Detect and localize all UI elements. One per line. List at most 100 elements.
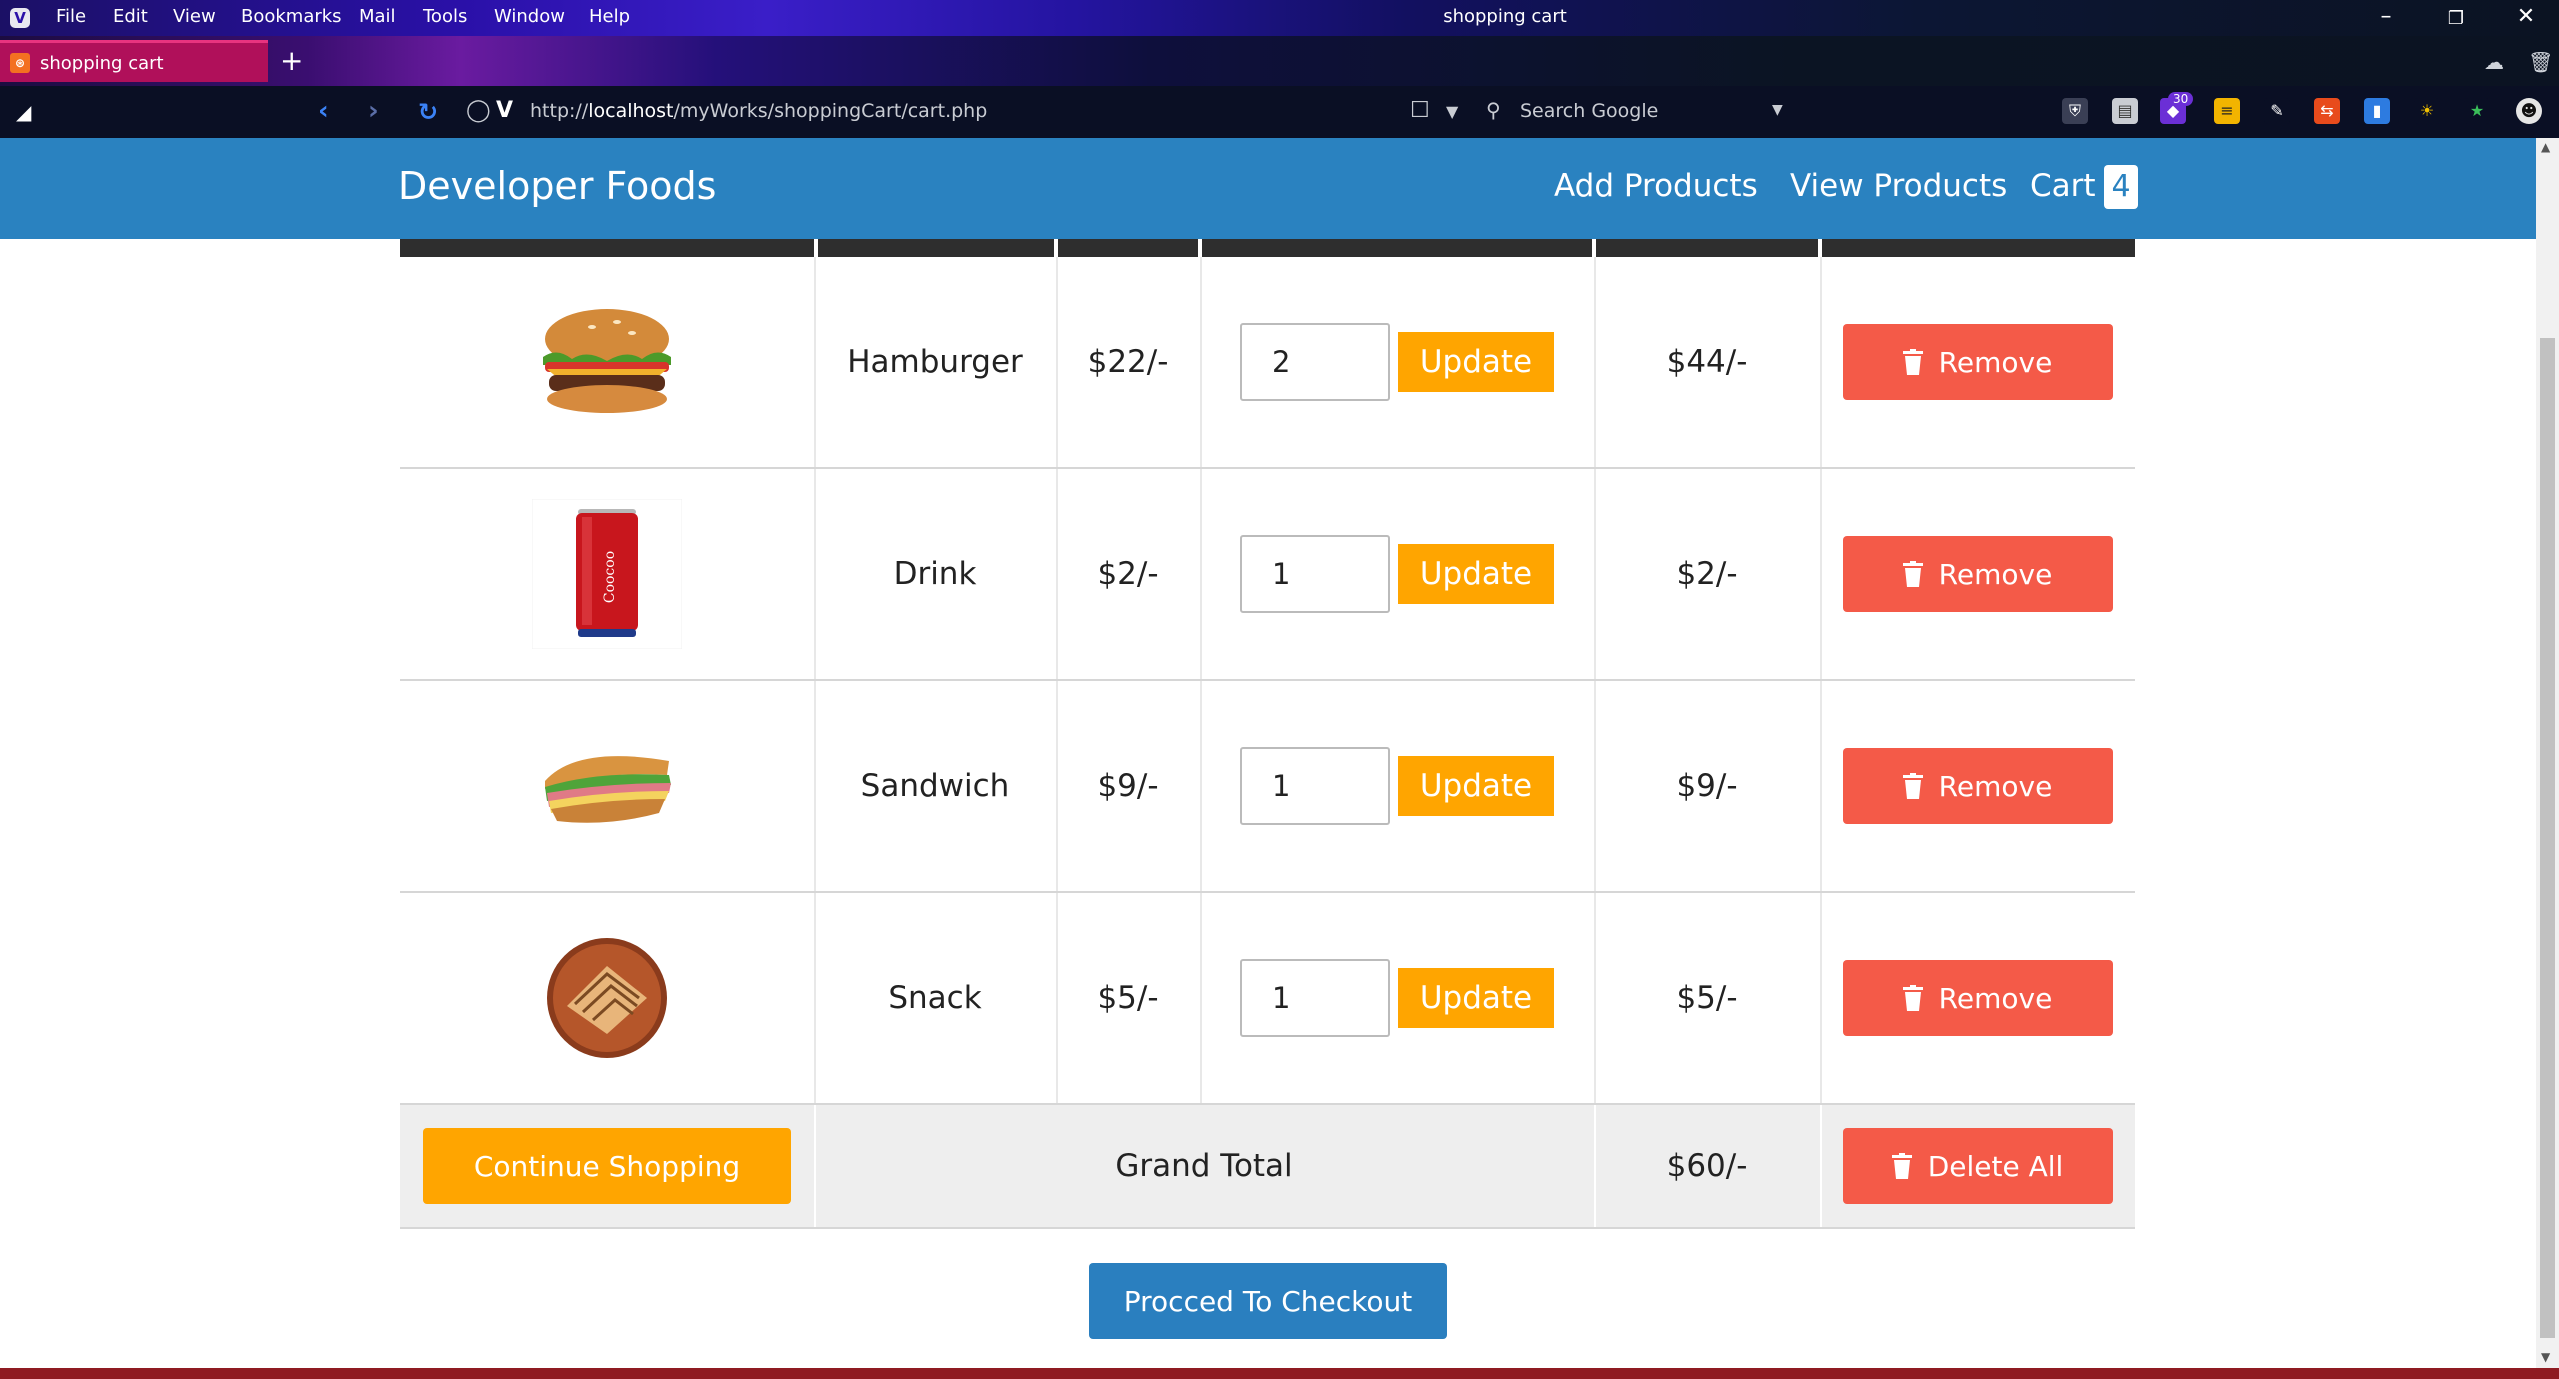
remove-button[interactable]: Remove (1842, 536, 2113, 612)
product-price: $2/- (1097, 556, 1159, 592)
product-image-cell (400, 893, 814, 1103)
table-header-cell (1202, 239, 1592, 257)
cloud-sync-icon[interactable]: ☁ (2484, 50, 2504, 74)
bookmark-icon[interactable]: ☐ (1410, 98, 1430, 123)
product-price: $9/- (1097, 768, 1159, 804)
nav-cart[interactable]: Cart (2030, 168, 2096, 204)
sun-extension-icon[interactable]: ☀ (2414, 98, 2440, 124)
menu-view[interactable]: View (173, 6, 216, 27)
rss-extension-icon[interactable]: ≡ (2214, 98, 2240, 124)
xampp-favicon-icon: ⊛ (10, 53, 30, 73)
new-tab-icon[interactable]: + (280, 44, 303, 77)
action-cell: Remove (1820, 469, 2135, 679)
snack-image (547, 938, 667, 1058)
quantity-input[interactable] (1240, 535, 1390, 613)
table-header-cell (1596, 239, 1818, 257)
minimize-icon[interactable]: – (2366, 4, 2406, 29)
panel-toggle-icon[interactable]: ◢ (16, 100, 31, 124)
tab-bar: ⊛ shopping cart + ☁ 🗑 (0, 36, 2559, 86)
menu-window[interactable]: Window (494, 6, 565, 27)
scroll-up-icon[interactable]: ▲ (2541, 140, 2550, 154)
product-name: Drink (893, 556, 977, 592)
continue-cell: Continue Shopping (400, 1105, 814, 1227)
item-total: $2/- (1676, 556, 1738, 592)
product-name: Sandwich (860, 768, 1010, 804)
reader-extension-icon[interactable]: ▤ (2112, 98, 2138, 124)
menu-help[interactable]: Help (589, 6, 630, 27)
scroll-thumb[interactable] (2540, 338, 2555, 1338)
quantity-cell: Update (1200, 893, 1594, 1103)
scroll-down-icon[interactable]: ▼ (2541, 1350, 2550, 1364)
item-total: $44/- (1666, 344, 1748, 380)
reload-icon[interactable]: ↻ (418, 98, 438, 126)
nav-add-products[interactable]: Add Products (1554, 168, 1758, 204)
taskbar-edge (0, 1368, 2559, 1379)
search-field[interactable]: ⚲ Search Google ▼ (1486, 98, 1792, 126)
update-button[interactable]: Update (1398, 544, 1554, 604)
remove-button[interactable]: Remove (1842, 748, 2113, 824)
quantity-input[interactable] (1240, 323, 1390, 401)
menu-mail[interactable]: Mail (359, 6, 396, 27)
dropper-extension-icon[interactable]: ✎ (2264, 98, 2290, 124)
cart-footer-row: Continue Shopping Grand Total $60/- Dele… (400, 1105, 2135, 1229)
back-icon[interactable]: ‹ (318, 96, 329, 126)
translate-extension-icon[interactable]: ⇆ (2314, 98, 2340, 124)
delete-all-button[interactable]: Delete All (1842, 1128, 2113, 1204)
action-cell: Remove (1820, 893, 2135, 1103)
product-name: Hamburger (847, 344, 1023, 380)
menu-file[interactable]: File (56, 6, 86, 27)
trash-icon (1902, 985, 1923, 1011)
remove-button[interactable]: Remove (1842, 324, 2113, 400)
url-field[interactable]: http://localhost/myWorks/shoppingCart/ca… (530, 100, 987, 122)
search-engine-dropdown-icon[interactable]: ▼ (1772, 102, 1783, 118)
table-row: Hamburger $22/- Update $44/- Remove (400, 257, 2135, 469)
product-image-cell (400, 681, 814, 891)
shield-extension-icon[interactable]: ⛨ (2062, 98, 2088, 124)
table-header-cell (1058, 239, 1198, 257)
brand-logo[interactable]: Developer Foods (398, 164, 716, 208)
table-header-cell (818, 239, 1054, 257)
trash-tabs-icon[interactable]: 🗑 (2528, 50, 2553, 74)
quantity-cell: Update (1200, 681, 1594, 891)
window-title: shopping cart (1443, 6, 1567, 27)
url-path: /myWorks/shoppingCart/cart.php (673, 100, 988, 122)
update-button[interactable]: Update (1398, 332, 1554, 392)
site-navbar: Developer Foods Add Products View Produc… (0, 138, 2536, 239)
browser-menubar: V File Edit View Bookmarks Mail Tools Wi… (0, 0, 2559, 36)
quantity-input[interactable] (1240, 747, 1390, 825)
update-button[interactable]: Update (1398, 756, 1554, 816)
product-price: $5/- (1097, 980, 1159, 1016)
search-placeholder: Search Google (1520, 100, 1659, 122)
table-row: Snack $5/- Update $5/- Remove (400, 893, 2135, 1105)
blue-extension-icon[interactable]: ▮ (2364, 98, 2390, 124)
tab-title: shopping cart (40, 53, 164, 74)
close-window-icon[interactable]: ✕ (2506, 4, 2546, 29)
continue-shopping-button[interactable]: Continue Shopping (423, 1128, 791, 1204)
item-total: $9/- (1676, 768, 1738, 804)
quantity-cell: Update (1200, 257, 1594, 467)
restore-icon[interactable]: ❐ (2436, 8, 2476, 29)
drink-can-image: Coocoo (532, 499, 682, 649)
sandwich-image (545, 756, 671, 823)
remove-button[interactable]: Remove (1842, 960, 2113, 1036)
profile-avatar-icon[interactable]: ☻ (2516, 98, 2542, 124)
menu-tools[interactable]: Tools (423, 6, 467, 27)
address-bar: ◢ ‹ › ↻ ◯ V http://localhost/myWorks/sho… (0, 86, 2559, 138)
product-image-cell: Coocoo (400, 469, 814, 679)
hamburger-image (543, 309, 671, 413)
vivaldi-logo-icon[interactable]: V (10, 8, 30, 28)
tracker-blocker-icon[interactable]: ◯ (466, 98, 491, 123)
action-cell: Remove (1820, 681, 2135, 891)
nav-view-products[interactable]: View Products (1790, 168, 2007, 204)
menu-edit[interactable]: Edit (113, 6, 148, 27)
menu-bookmarks[interactable]: Bookmarks (241, 6, 342, 27)
quantity-input[interactable] (1240, 959, 1390, 1037)
puzzle-extension-icon[interactable]: ★ (2464, 98, 2490, 124)
url-dropdown-icon[interactable]: ▼ (1446, 102, 1458, 121)
forward-icon[interactable]: › (368, 96, 379, 126)
update-button[interactable]: Update (1398, 968, 1554, 1028)
tab-shopping-cart[interactable]: ⊛ shopping cart (0, 40, 268, 82)
product-price: $22/- (1087, 344, 1169, 380)
checkout-button[interactable]: Procced To Checkout (1089, 1263, 1447, 1339)
page-scrollbar[interactable]: ▲ ▼ (2536, 138, 2559, 1368)
